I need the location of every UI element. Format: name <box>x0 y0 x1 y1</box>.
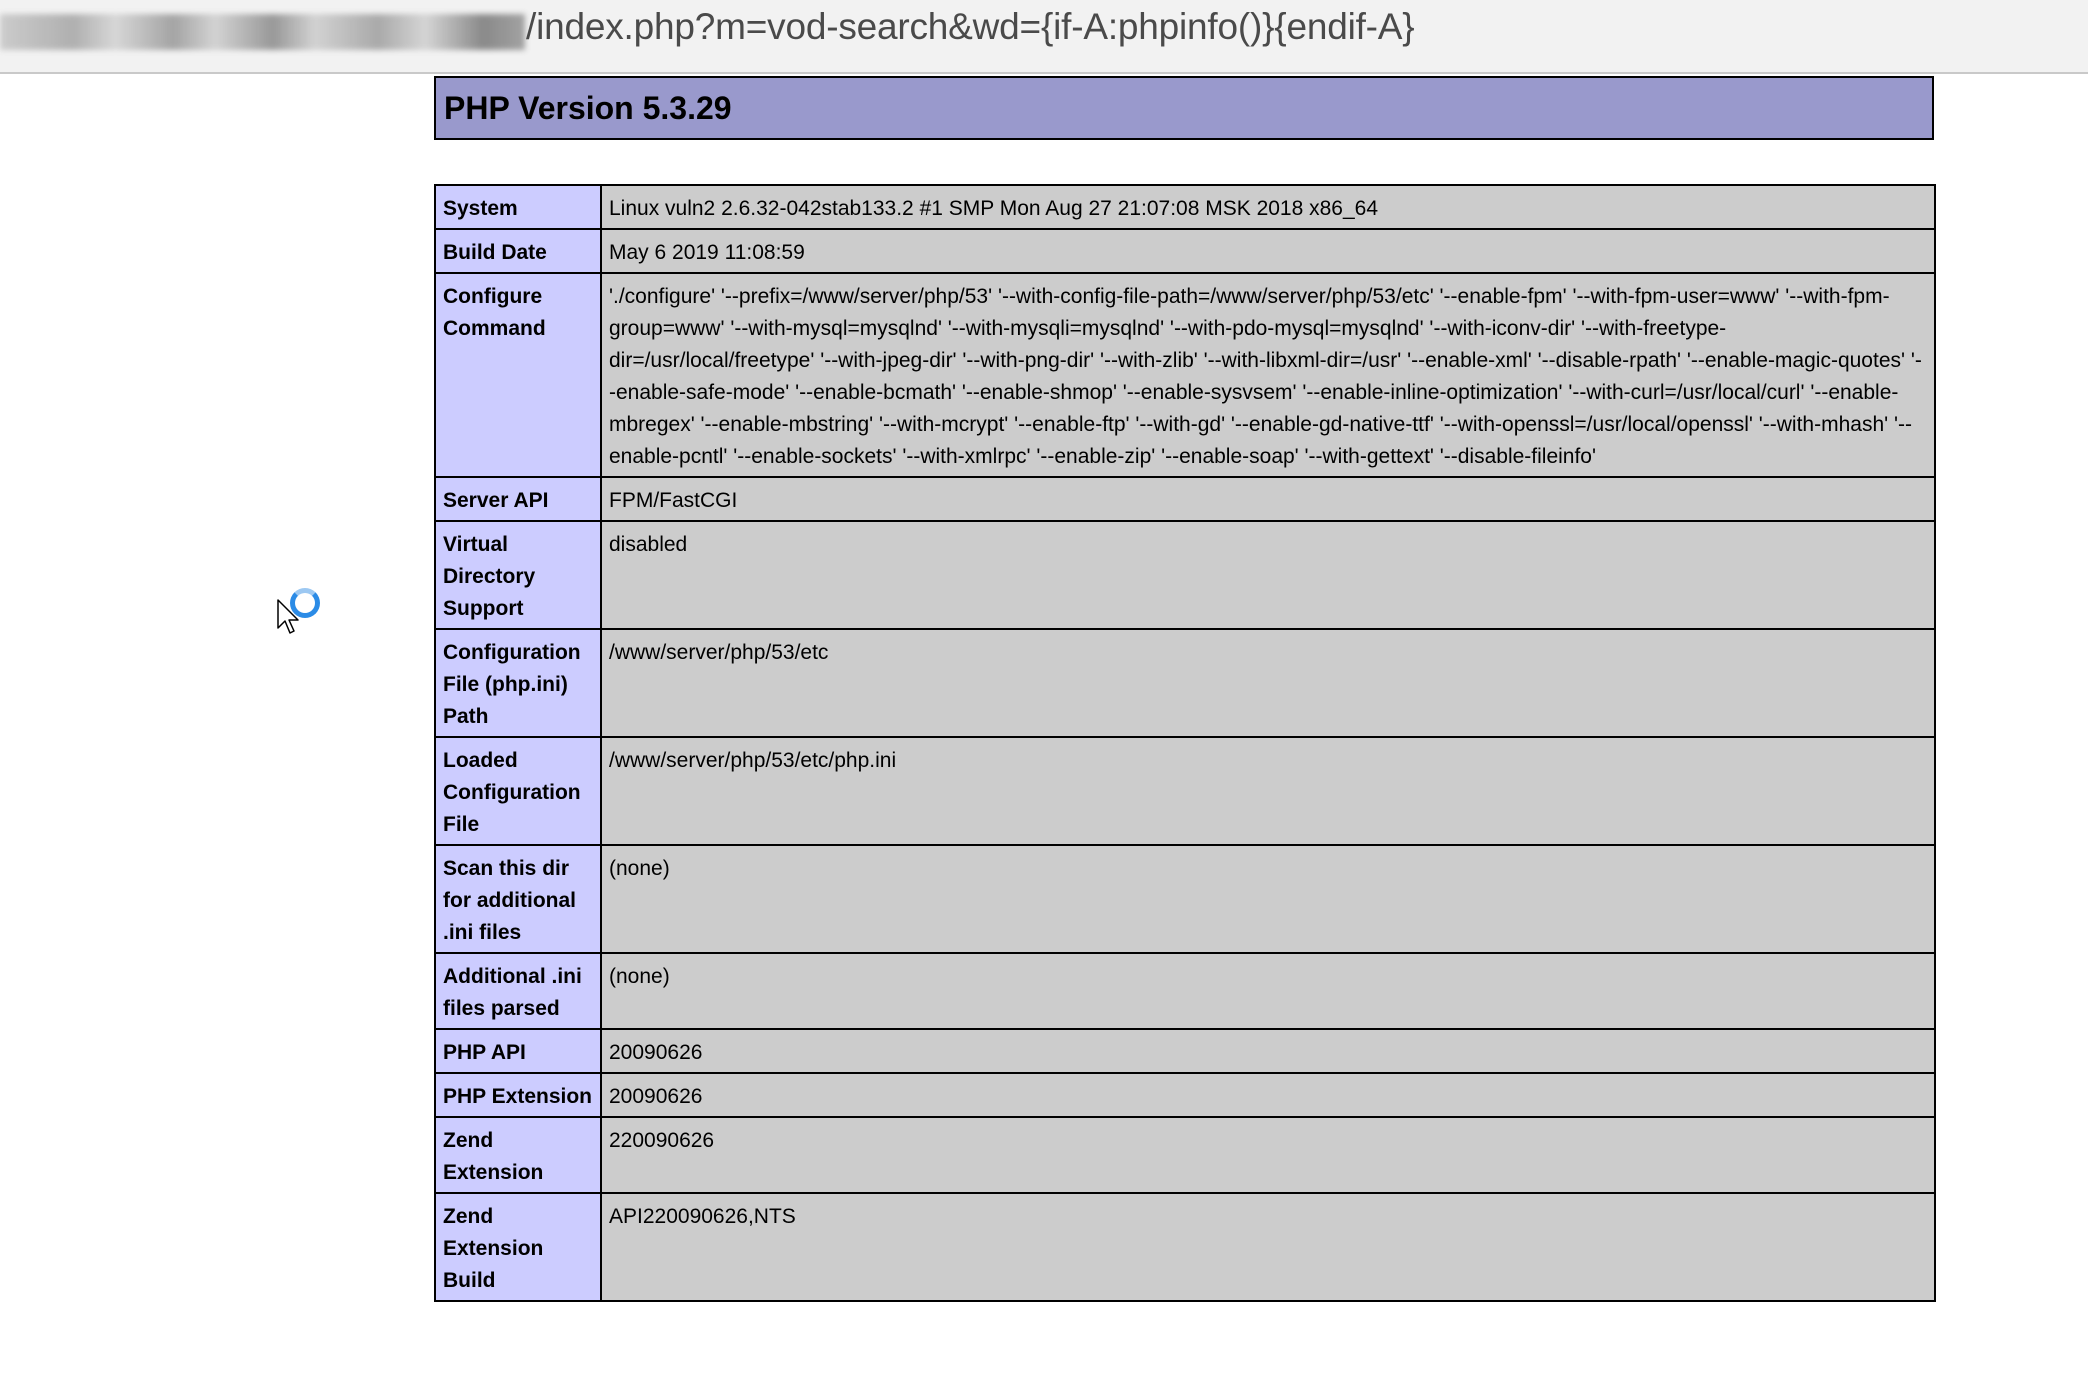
table-row: Zend Extension 220090626 <box>434 1116 1936 1194</box>
row-label-scan-dir: Scan this dir for additional .ini files <box>434 844 602 954</box>
row-value-server-api: FPM/FastCGI <box>600 476 1936 522</box>
row-value-additional-ini-files: (none) <box>600 952 1936 1030</box>
table-row: Server API FPM/FastCGI <box>434 476 1936 522</box>
table-row: Configure Command './configure' '--prefi… <box>434 272 1936 478</box>
row-label-zend-extension-build: Zend Extension Build <box>434 1192 602 1302</box>
row-value-build-date: May 6 2019 11:08:59 <box>600 228 1936 274</box>
row-label-loaded-config-file: Loaded Configuration File <box>434 736 602 846</box>
browser-window: /index.php?m=vod-search&wd={if-A:phpinfo… <box>0 0 2088 1394</box>
row-label-configure-command: Configure Command <box>434 272 602 478</box>
table-row: Build Date May 6 2019 11:08:59 <box>434 228 1936 274</box>
page-title: PHP Version 5.3.29 <box>444 90 732 126</box>
table-row: PHP Extension 20090626 <box>434 1072 1936 1118</box>
row-label-system: System <box>434 184 602 230</box>
row-value-scan-dir: (none) <box>600 844 1936 954</box>
table-row: Additional .ini files parsed (none) <box>434 952 1936 1030</box>
row-label-config-file-path: Configuration File (php.ini) Path <box>434 628 602 738</box>
row-label-build-date: Build Date <box>434 228 602 274</box>
row-label-php-api: PHP API <box>434 1028 602 1074</box>
row-value-zend-extension-build: API220090626,NTS <box>600 1192 1936 1302</box>
row-label-virtual-directory-support: Virtual Directory Support <box>434 520 602 630</box>
table-row: Configuration File (php.ini) Path /www/s… <box>434 628 1936 738</box>
php-version-header: PHP Version 5.3.29 <box>434 76 1934 140</box>
loading-spinner-icon <box>290 588 320 618</box>
table-row: Zend Extension Build API220090626,NTS <box>434 1192 1936 1302</box>
row-value-system: Linux vuln2 2.6.32-042stab133.2 #1 SMP M… <box>600 184 1936 230</box>
phpinfo-table: System Linux vuln2 2.6.32-042stab133.2 #… <box>434 184 1936 1302</box>
row-value-configure-command: './configure' '--prefix=/www/server/php/… <box>600 272 1936 478</box>
table-row: Virtual Directory Support disabled <box>434 520 1936 630</box>
phpinfo-content: PHP Version 5.3.29 System Linux vuln2 2.… <box>434 76 1936 1302</box>
address-bar[interactable]: /index.php?m=vod-search&wd={if-A:phpinfo… <box>0 0 2088 74</box>
row-value-config-file-path: /www/server/php/53/etc <box>600 628 1936 738</box>
table-row: PHP API 20090626 <box>434 1028 1936 1074</box>
row-label-zend-extension: Zend Extension <box>434 1116 602 1194</box>
row-value-php-extension: 20090626 <box>600 1072 1936 1118</box>
row-value-loaded-config-file: /www/server/php/53/etc/php.ini <box>600 736 1936 846</box>
row-value-virtual-directory-support: disabled <box>600 520 1936 630</box>
table-row: System Linux vuln2 2.6.32-042stab133.2 #… <box>434 184 1936 230</box>
row-value-php-api: 20090626 <box>600 1028 1936 1074</box>
table-row: Scan this dir for additional .ini files … <box>434 844 1936 954</box>
row-label-server-api: Server API <box>434 476 602 522</box>
row-label-additional-ini-files: Additional .ini files parsed <box>434 952 602 1030</box>
url-host-blurred <box>0 14 525 50</box>
row-label-php-extension: PHP Extension <box>434 1072 602 1118</box>
table-row: Loaded Configuration File /www/server/ph… <box>434 736 1936 846</box>
url-path-text[interactable]: /index.php?m=vod-search&wd={if-A:phpinfo… <box>526 6 1415 48</box>
row-value-zend-extension: 220090626 <box>600 1116 1936 1194</box>
